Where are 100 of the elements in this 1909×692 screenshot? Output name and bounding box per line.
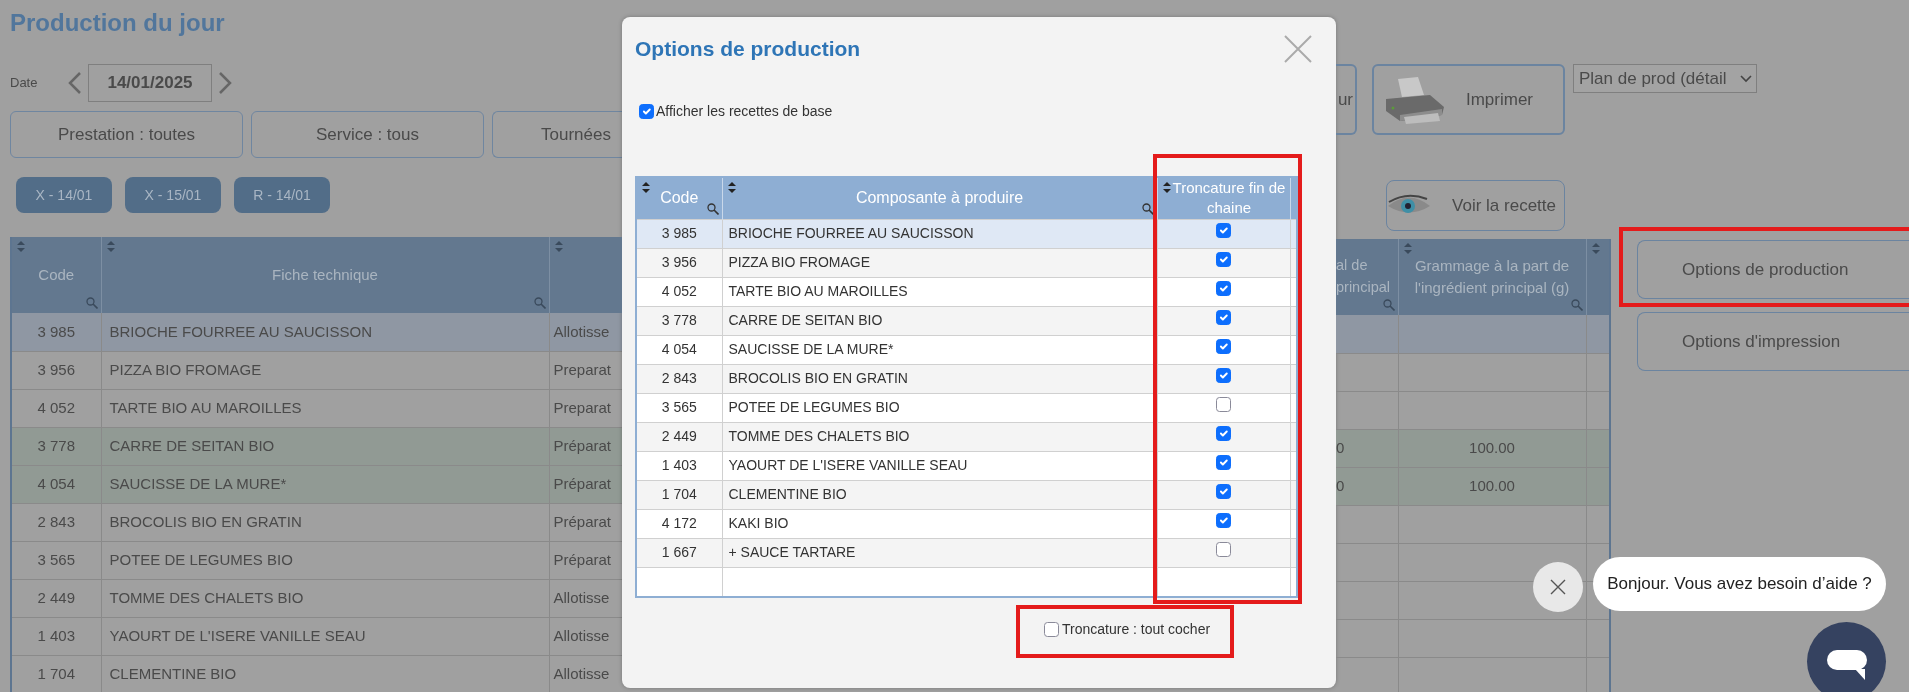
table-cell: SAUCISSE DE LA MURE* [101,465,549,503]
checkbox[interactable] [1216,252,1231,267]
sort-icon [1162,182,1171,193]
table-cell: 3 956 [11,351,101,389]
page-title: Production du jour [10,8,226,38]
column-header[interactable]: al de principal [1336,239,1398,315]
table-cell: TARTE BIO AU MAROILLES [101,389,549,427]
table-cell: 4 054 [636,335,722,364]
checkbox[interactable] [1216,281,1231,296]
table-cell: BRIOCHE FOURREE AU SAUCISSON [101,313,549,351]
column-header[interactable]: Fiche technique [101,237,549,313]
table-cell: CARRE DE SEITAN BIO [101,427,549,465]
table-cell: 4 172 [636,509,722,538]
checkbox[interactable] [1216,484,1231,499]
table-cell: 4 054 [11,465,101,503]
date-chip[interactable]: R - 14/01 [234,177,330,213]
filter-button[interactable]: Prestation : toutes [10,111,243,158]
table-cell: TOMME DES CHALETS BIO [722,422,1157,451]
table-cell: 2 843 [636,364,722,393]
checkbox-label: Troncature : tout cocher [1062,620,1211,639]
table-cell: TOMME DES CHALETS BIO [101,579,549,617]
table-cell: CARRE DE SEITAN BIO [722,306,1157,335]
checkbox[interactable] [1216,513,1231,528]
checkbox[interactable] [639,104,654,119]
search-icon [706,202,719,215]
table-cell: SAUCISSE DE LA MURE* [722,335,1157,364]
sort-icon [727,182,736,193]
print-button[interactable]: Imprimer [1372,64,1565,135]
table-cell: 1 403 [636,451,722,480]
table-cell: 1 704 [636,480,722,509]
table-cell: 2 449 [11,579,101,617]
table-cell: PIZZA BIO FROMAGE [101,351,549,389]
table-cell: BRIOCHE FOURREE AU SAUCISSON [722,219,1157,248]
column-header[interactable]: Code [11,237,101,313]
sort-icon [642,182,650,193]
column-header[interactable]: Composante à produire [722,177,1157,219]
checkbox[interactable] [1216,426,1231,441]
table-cell: 2 843 [11,503,101,541]
table-cell: 0 [1336,429,1398,467]
table-cell: CLEMENTINE BIO [101,655,549,692]
table-cell: 4 052 [636,277,722,306]
table-cell: Préparat [549,427,622,465]
chat-icon [1826,650,1867,680]
sort-icon [1403,243,1412,254]
column-header-label: Fiche technique [272,265,378,283]
table-cell: POTEE DE LEGUMES BIO [722,393,1157,422]
checkbox-label: Afficher les recettes de base [656,102,833,121]
date-chip[interactable]: X - 14/01 [16,177,112,213]
search-icon [1382,299,1395,311]
column-header[interactable]: Grammage à la part de l'ingrédient principal (g) [1398,239,1586,315]
date-chip[interactable]: X - 15/01 [125,177,221,213]
checkbox[interactable] [1216,223,1231,238]
close-icon [1550,579,1566,595]
table-cell: POTEE DE LEGUMES BIO [101,541,549,579]
search-icon [533,297,546,309]
view-recipe-button[interactable]: Voir la recette [1386,180,1565,231]
filter-button[interactable]: Service : tous [251,111,484,158]
table-cell: 4 052 [11,389,101,427]
table-cell: YAOURT DE L'ISERE VANILLE SEAU [722,451,1157,480]
chat-button[interactable] [1807,622,1886,692]
table-cell: YAOURT DE L'ISERE VANILLE SEAU [101,617,549,655]
report-select[interactable]: Plan de prod (détail [1573,64,1757,93]
table-cell: PIZZA BIO FROMAGE [722,248,1157,277]
search-icon [1141,202,1154,215]
table-cell: 1 667 [636,538,722,567]
column-header-label: Code [660,189,699,207]
sort-icon [17,241,25,252]
date-field[interactable]: 14/01/2025 [88,64,212,102]
checkbox[interactable] [1216,368,1231,383]
column-header-label: Grammage à la part de l'ingrédient principal (g) [1414,256,1570,296]
table-cell: 3 565 [636,393,722,422]
sort-icon [1591,243,1600,254]
column-header-label: Composante à produire [855,189,1024,207]
checkbox[interactable] [1216,397,1231,412]
table-cell: Préparat [549,465,622,503]
options-button[interactable]: Options d'impression [1637,312,1909,371]
table-cell: KAKI BIO [722,509,1157,538]
table-cell: 3 956 [636,248,722,277]
table-cell: BROCOLIS BIO EN GRATIN [101,503,549,541]
table-cell: 100.00 [1398,467,1586,505]
options-button[interactable]: Options de production [1637,240,1909,299]
checkbox[interactable] [1216,542,1231,557]
date-label: Date [10,74,39,93]
close-icon [1283,34,1313,64]
column-header[interactable]: Troncature fin de chaine [1157,177,1290,219]
toolbar-button[interactable]: ur [1336,64,1357,135]
checkbox[interactable] [1216,455,1231,470]
select-value: Plan de prod (détail [1579,67,1727,90]
table-cell: 1 403 [11,617,101,655]
checkbox[interactable] [1044,622,1059,637]
table-cell: BROCOLIS BIO EN GRATIN [722,364,1157,393]
search-icon [1570,299,1583,311]
table-cell: 3 985 [636,219,722,248]
checkbox[interactable] [1216,310,1231,325]
table-cell: 3 985 [11,313,101,351]
checkbox[interactable] [1216,339,1231,354]
column-header[interactable]: Code [636,177,722,219]
printer-icon [1384,74,1446,125]
table-cell: Allotisse [549,313,622,351]
table-cell: 100.00 [1398,429,1586,467]
